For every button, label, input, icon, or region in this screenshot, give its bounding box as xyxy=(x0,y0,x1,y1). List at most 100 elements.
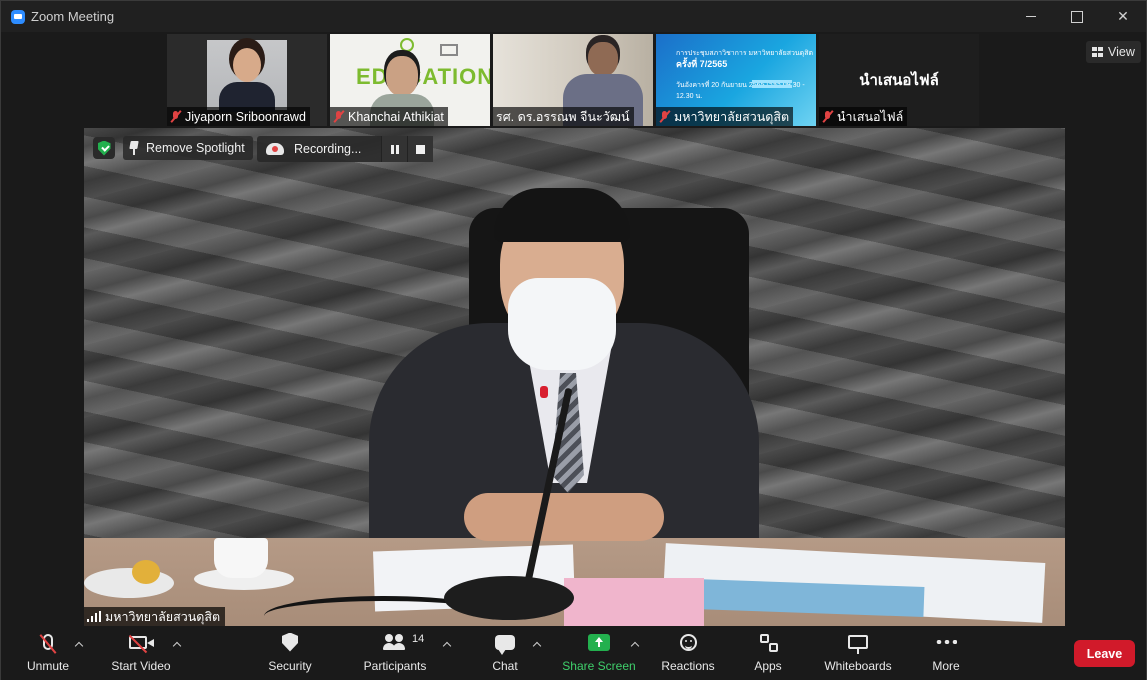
stop-icon xyxy=(416,144,425,154)
smiley-icon xyxy=(679,633,697,651)
chat-bubble-icon xyxy=(495,634,515,655)
participant-name: รศ. ดร.อรรณพ จีนะวัฒน์ xyxy=(496,109,630,124)
reactions-icon-wrap xyxy=(673,631,703,653)
share-icon-wrap xyxy=(584,631,614,653)
speaker-name: มหาวิทยาลัยสวนดุสิต xyxy=(105,609,221,624)
whiteboards-button[interactable]: Whiteboards xyxy=(821,628,895,680)
security-icon-wrap xyxy=(275,631,305,653)
share-screen-icon xyxy=(588,633,610,651)
zoom-window: Zoom Meeting ✕ Jiyaporn Sriboonrawd EDUC… xyxy=(0,0,1147,680)
security-label: Security xyxy=(268,659,312,673)
main-video[interactable] xyxy=(84,128,1065,626)
slide-line: การประชุมสภาวิชาการ มหาวิทยาลัยสวนดุสิต xyxy=(676,50,814,57)
participant-name: Khanchai Athikiat xyxy=(348,109,444,124)
chat-icon-wrap xyxy=(490,631,520,655)
apps-button[interactable]: Apps xyxy=(751,628,785,680)
face-mask xyxy=(508,278,616,370)
security-button[interactable]: Security xyxy=(263,628,317,680)
signal-strength-icon xyxy=(87,611,101,622)
mic-muted-icon xyxy=(659,110,671,123)
mic-icon-wrap xyxy=(33,631,63,653)
participant-tile-3[interactable]: รศ. ดร.อรรณพ จีนะวัฒน์ xyxy=(493,34,653,126)
audio-options-caret[interactable] xyxy=(74,640,84,650)
background-decoration xyxy=(440,44,458,56)
participant-display-name: นำเสนอไฟล์ xyxy=(859,72,939,89)
slide-decoration xyxy=(752,80,792,88)
mic-muted-icon xyxy=(170,110,182,123)
participants-count: 14 xyxy=(412,633,425,645)
snack xyxy=(132,560,160,584)
document xyxy=(564,578,704,626)
minimize-button[interactable] xyxy=(1008,1,1054,32)
close-button[interactable]: ✕ xyxy=(1100,1,1146,32)
participant-name-tag: นำเสนอไฟล์ xyxy=(819,107,908,126)
virtual-background-text: EDUCATION xyxy=(356,64,490,89)
start-video-label: Start Video xyxy=(111,659,171,673)
people-icon xyxy=(383,634,407,650)
mic-off-icon xyxy=(43,634,53,650)
speaker-hair xyxy=(494,188,630,242)
stop-recording-button[interactable] xyxy=(407,136,433,162)
video-icon-wrap xyxy=(126,631,156,653)
view-button[interactable]: View xyxy=(1086,41,1141,63)
participant-video xyxy=(207,40,287,112)
recording-indicator: Recording... xyxy=(257,136,433,162)
more-button[interactable]: More xyxy=(929,628,963,680)
participant-name: มหาวิทยาลัยสวนดุสิต xyxy=(674,109,790,124)
participants-options-caret[interactable] xyxy=(442,640,452,650)
reactions-button[interactable]: Reactions xyxy=(659,628,717,680)
leave-button[interactable]: Leave xyxy=(1074,640,1135,667)
video-off-icon xyxy=(129,635,154,649)
unmute-label: Unmute xyxy=(26,659,70,673)
pause-icon xyxy=(390,144,399,154)
whiteboard-icon-wrap xyxy=(843,631,873,654)
window-controls: ✕ xyxy=(1008,1,1146,32)
participant-name-tag: Jiyaporn Sriboonrawd xyxy=(167,107,310,126)
pin-icon xyxy=(129,141,139,155)
participant-thumbnail-strip: Jiyaporn Sriboonrawd EDUCATION Khanchai … xyxy=(167,34,979,126)
shield-check-icon xyxy=(97,140,111,156)
apps-icon xyxy=(760,634,778,652)
participant-name-tag: มหาวิทยาลัยสวนดุสิต xyxy=(656,107,794,126)
mic-muted-icon xyxy=(822,110,834,123)
more-label: More xyxy=(932,659,960,673)
share-screen-label: Share Screen xyxy=(562,659,636,673)
unmute-button[interactable]: Unmute xyxy=(23,628,73,680)
reactions-label: Reactions xyxy=(661,659,715,673)
participant-tile-4[interactable]: การประชุมสภาวิชาการ มหาวิทยาลัยสวนดุสิต … xyxy=(656,34,816,126)
share-options-caret[interactable] xyxy=(630,640,640,650)
video-options-caret[interactable] xyxy=(172,640,182,650)
participant-head xyxy=(386,56,418,96)
participant-tile-2[interactable]: EDUCATION Khanchai Athikiat xyxy=(330,34,490,126)
microphone-base xyxy=(444,576,574,620)
chat-button[interactable]: Chat xyxy=(489,628,521,680)
participant-name: นำเสนอไฟล์ xyxy=(837,109,904,124)
remove-spotlight-button[interactable]: Remove Spotlight xyxy=(123,136,253,160)
plate xyxy=(84,568,174,598)
participant-tile-5[interactable]: นำเสนอไฟล์ นำเสนอไฟล์ xyxy=(819,34,979,126)
speaker-name-tag: มหาวิทยาลัยสวนดุสิต xyxy=(84,607,226,626)
participants-icon-wrap: 14 xyxy=(380,631,424,653)
apps-icon-wrap xyxy=(753,631,783,653)
maximize-button[interactable] xyxy=(1054,1,1100,32)
whiteboard-icon xyxy=(848,635,868,654)
apps-label: Apps xyxy=(754,659,782,673)
chat-options-caret[interactable] xyxy=(532,640,542,650)
participant-name: Jiyaporn Sriboonrawd xyxy=(185,109,306,124)
start-video-button[interactable]: Start Video xyxy=(107,628,175,680)
window-title: Zoom Meeting xyxy=(31,9,115,24)
background-decoration xyxy=(400,38,414,52)
participant-name-tag: Khanchai Athikiat xyxy=(330,107,448,126)
participant-head xyxy=(233,48,261,82)
more-icon-wrap xyxy=(931,631,961,653)
participants-button[interactable]: 14 Participants xyxy=(361,628,429,680)
share-screen-button[interactable]: Share Screen xyxy=(561,628,637,680)
close-icon: ✕ xyxy=(1117,8,1129,24)
participant-tile-1[interactable]: Jiyaporn Sriboonrawd xyxy=(167,34,327,126)
pause-recording-button[interactable] xyxy=(381,136,407,162)
shield-icon xyxy=(282,632,298,652)
slide-line: วันอังคารที่ 20 กันยายน 2565 เวลา 09.30 … xyxy=(676,82,805,100)
slide-line: ครั้งที่ 7/2565 xyxy=(676,59,728,69)
microphone-light xyxy=(540,386,548,398)
encryption-button[interactable] xyxy=(93,137,115,159)
